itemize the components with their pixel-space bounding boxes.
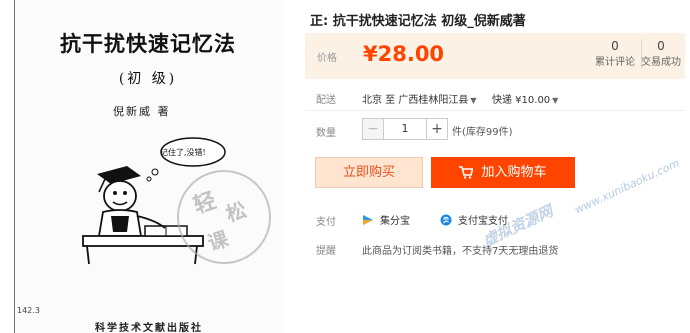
add-to-cart-button[interactable]: 加入购物车	[431, 157, 575, 188]
cover-author: 倪新威 著	[113, 105, 171, 118]
watermark-url: www.xunibaoku.com	[572, 156, 682, 217]
price-panel: 价格 ¥28.00 0 累计评论 0 交易成功	[305, 33, 685, 79]
add-to-cart-label: 加入购物车	[481, 165, 547, 180]
cover-publisher: 科学技术文献出版社	[95, 323, 203, 333]
delivery-location-select[interactable]: 北京 至 广西桂林阳江县 ▼	[362, 91, 477, 106]
reminder-label: 提醒	[316, 246, 336, 257]
courier-fee: 快递 ¥10.00	[492, 95, 551, 106]
review-count: 0	[611, 39, 619, 53]
chevron-down-icon: ▼	[552, 96, 559, 105]
buy-now-button[interactable]: 立即购买	[315, 157, 423, 188]
cover-bubble-text: 记住了,没错!	[160, 148, 206, 157]
quantity-stepper[interactable]: − 1 +	[362, 118, 448, 140]
reminder-text: 此商品为订阅类书籍，不支持7天无理由退货	[362, 246, 559, 257]
cover-level: (初 级)	[118, 71, 178, 87]
increase-button[interactable]: +	[426, 118, 448, 140]
delivery-label: 配送	[316, 95, 336, 106]
product-title: 正: 抗干扰快速记忆法 初级_倪新威著	[310, 14, 526, 29]
sales-count-stat: 0 交易成功	[641, 39, 681, 68]
review-count-stat[interactable]: 0 累计评论	[595, 39, 642, 68]
sales-count-label: 交易成功	[641, 57, 681, 68]
decrease-button[interactable]: −	[362, 118, 384, 140]
payment-label: 支付	[316, 217, 336, 228]
chevron-down-icon: ▼	[470, 96, 477, 105]
courier-select[interactable]: 快递 ¥10.00 ▼	[492, 91, 558, 106]
cover-page-number: 142.3	[17, 306, 40, 315]
quantity-label: 数量	[316, 128, 336, 139]
cart-icon	[459, 166, 474, 179]
delivery-route: 北京 至 广西桂林阳江县	[362, 95, 469, 106]
payment-option-label: 集分宝	[380, 216, 410, 227]
price-label: 价格	[317, 53, 337, 64]
price-value: ¥28.00	[363, 42, 445, 66]
jifenbao-icon	[363, 214, 373, 225]
payment-option-jifenbao: 集分宝	[362, 212, 410, 227]
review-count-label: 累计评论	[595, 57, 635, 68]
stock-info: 件(库存99件)	[452, 127, 513, 138]
divider	[305, 110, 685, 111]
sales-count: 0	[657, 39, 665, 53]
cover-title: 抗干扰快速记忆法	[60, 31, 236, 56]
product-image[interactable]: 抗干扰快速记忆法 (初 级) 倪新威 著 记住了,没错! 轻 松 课 142.3…	[14, 0, 281, 333]
quantity-input[interactable]: 1	[384, 118, 426, 140]
alipay-icon	[440, 214, 452, 225]
